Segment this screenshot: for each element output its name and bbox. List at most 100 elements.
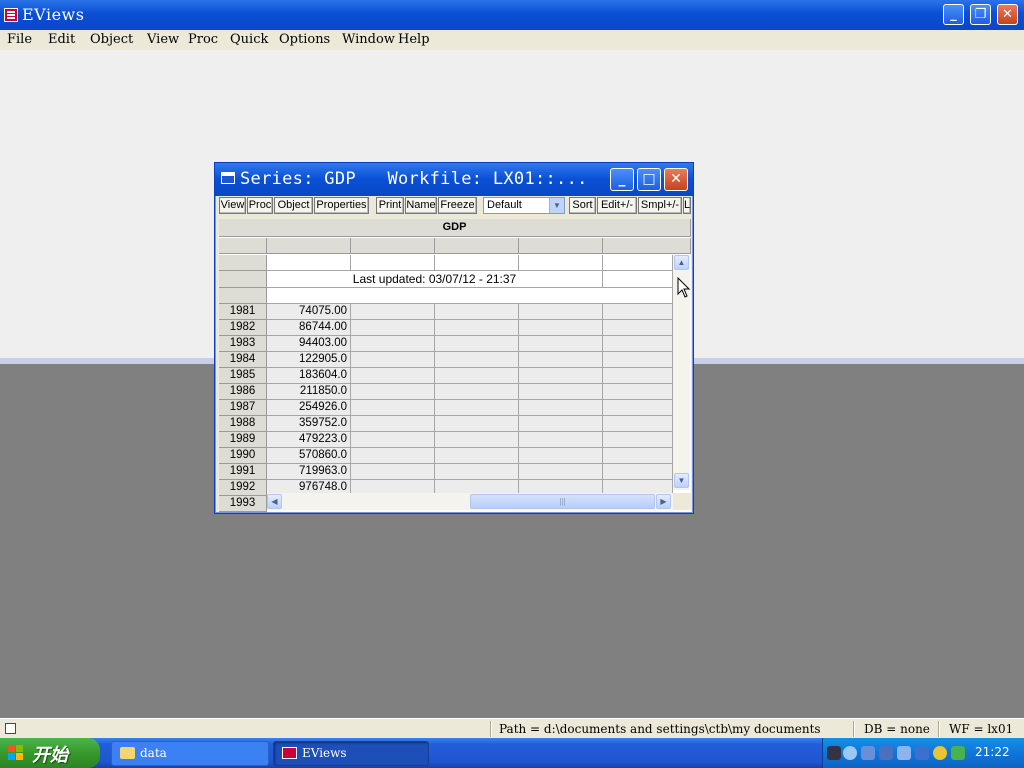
table-cell[interactable] [603,368,673,384]
table-cell[interactable] [519,255,603,271]
table-cell[interactable] [519,384,603,400]
row-header[interactable]: 1984 [219,352,267,368]
series-maximize-button[interactable]: □ [637,168,661,191]
table-cell[interactable] [603,416,673,432]
table-cell[interactable] [435,336,519,352]
minimize-button[interactable]: _ [943,4,964,25]
smpl-toggle-button[interactable]: Smpl+/- [638,197,682,214]
column-header[interactable] [435,238,519,254]
table-cell[interactable]: 94403.00 [267,336,351,352]
display-format-select[interactable]: Default ▼ [483,197,565,214]
table-cell[interactable] [267,288,673,304]
taskbar-item-data[interactable]: data [111,741,269,766]
row-header[interactable]: 1993 [219,496,267,512]
table-cell[interactable] [519,432,603,448]
table-cell[interactable] [519,464,603,480]
keyboard-icon[interactable] [827,746,841,760]
row-header[interactable]: 1990 [219,448,267,464]
shield-icon[interactable] [915,746,929,760]
start-button[interactable]: 开始 [0,738,100,768]
table-cell[interactable] [603,448,673,464]
row-header[interactable]: 1985 [219,368,267,384]
table-cell[interactable] [519,336,603,352]
row-header[interactable]: 1991 [219,464,267,480]
table-cell[interactable]: 719963.0 [267,464,351,480]
window-menu-icon[interactable] [221,172,235,184]
chevron-left-icon[interactable] [843,746,857,760]
network-icon[interactable] [879,746,893,760]
series-close-button[interactable]: ✕ [664,168,688,191]
table-cell[interactable] [351,352,435,368]
menu-edit[interactable]: Edit [48,32,75,47]
table-cell[interactable] [435,400,519,416]
horizontal-scrollbar[interactable]: ◀ ||| ▶ [267,493,673,510]
table-cell[interactable] [351,400,435,416]
table-cell[interactable] [351,368,435,384]
table-cell[interactable] [519,352,603,368]
table-cell[interactable] [351,320,435,336]
table-cell[interactable]: 122905.0 [267,352,351,368]
table-cell[interactable] [519,400,603,416]
table-cell[interactable] [351,304,435,320]
table-cell[interactable] [351,384,435,400]
table-cell[interactable]: 570860.0 [267,448,351,464]
table-cell[interactable]: 359752.0 [267,416,351,432]
table-cell[interactable]: 74075.00 [267,304,351,320]
table-cell[interactable] [351,336,435,352]
table-cell[interactable] [351,255,435,271]
row-header[interactable]: 1989 [219,432,267,448]
table-cell[interactable] [351,464,435,480]
menu-file[interactable]: File [7,32,32,47]
series-window-title-bar[interactable]: Series: GDP Workfile: LX01::... _ □ ✕ [215,163,693,196]
table-cell[interactable]: 86744.00 [267,320,351,336]
table-cell[interactable] [351,432,435,448]
table-cell[interactable] [603,304,673,320]
row-header[interactable]: 1986 [219,384,267,400]
properties-button[interactable]: Properties [314,197,369,214]
view-button[interactable]: View [219,197,246,214]
row-header[interactable] [219,255,267,271]
sort-button[interactable]: Sort [569,197,596,214]
table-cell[interactable] [519,304,603,320]
scroll-left-arrow-icon[interactable]: ◀ [267,494,282,509]
umbrella-icon[interactable] [951,746,965,760]
horizontal-scroll-thumb[interactable]: ||| [470,494,655,509]
table-cell[interactable] [519,448,603,464]
series-minimize-button[interactable]: _ [610,168,634,191]
table-cell[interactable] [603,255,673,271]
menu-options[interactable]: Options [279,32,330,47]
column-header[interactable] [267,238,351,254]
scroll-right-arrow-icon[interactable]: ▶ [656,494,671,509]
menu-view[interactable]: View [147,32,179,47]
menu-window[interactable]: Window [342,32,395,47]
row-header[interactable]: 1983 [219,336,267,352]
table-cell[interactable] [435,416,519,432]
table-cell[interactable] [435,432,519,448]
proc-button[interactable]: Proc [247,197,273,214]
add-icon[interactable] [933,746,947,760]
edit-toggle-button[interactable]: Edit+/- [597,197,637,214]
table-cell[interactable] [435,255,519,271]
scroll-up-arrow-icon[interactable]: ▲ [674,255,689,270]
table-cell[interactable] [435,368,519,384]
table-cell[interactable] [519,368,603,384]
series-spreadsheet[interactable]: GDP Last updated: 03/07/12 - 21:37 1981 7… [219,219,691,512]
taskbar-item-eviews[interactable]: EViews [273,741,429,766]
table-cell[interactable]: 211850.0 [267,384,351,400]
scroll-down-arrow-icon[interactable]: ▼ [674,473,689,488]
row-header[interactable] [219,288,267,304]
label-button[interactable]: L [683,197,691,214]
table-cell[interactable] [351,416,435,432]
status-checkbox[interactable] [5,723,16,734]
row-header[interactable]: 1981 [219,304,267,320]
table-cell[interactable] [435,304,519,320]
table-cell[interactable]: 183604.0 [267,368,351,384]
menu-proc[interactable]: Proc [188,32,218,47]
table-cell[interactable] [603,464,673,480]
table-cell[interactable] [435,320,519,336]
row-header[interactable]: 1988 [219,416,267,432]
resize-grip-icon[interactable] [673,493,691,510]
table-cell[interactable] [519,320,603,336]
menu-quick[interactable]: Quick [230,32,268,47]
row-header[interactable]: 1982 [219,320,267,336]
